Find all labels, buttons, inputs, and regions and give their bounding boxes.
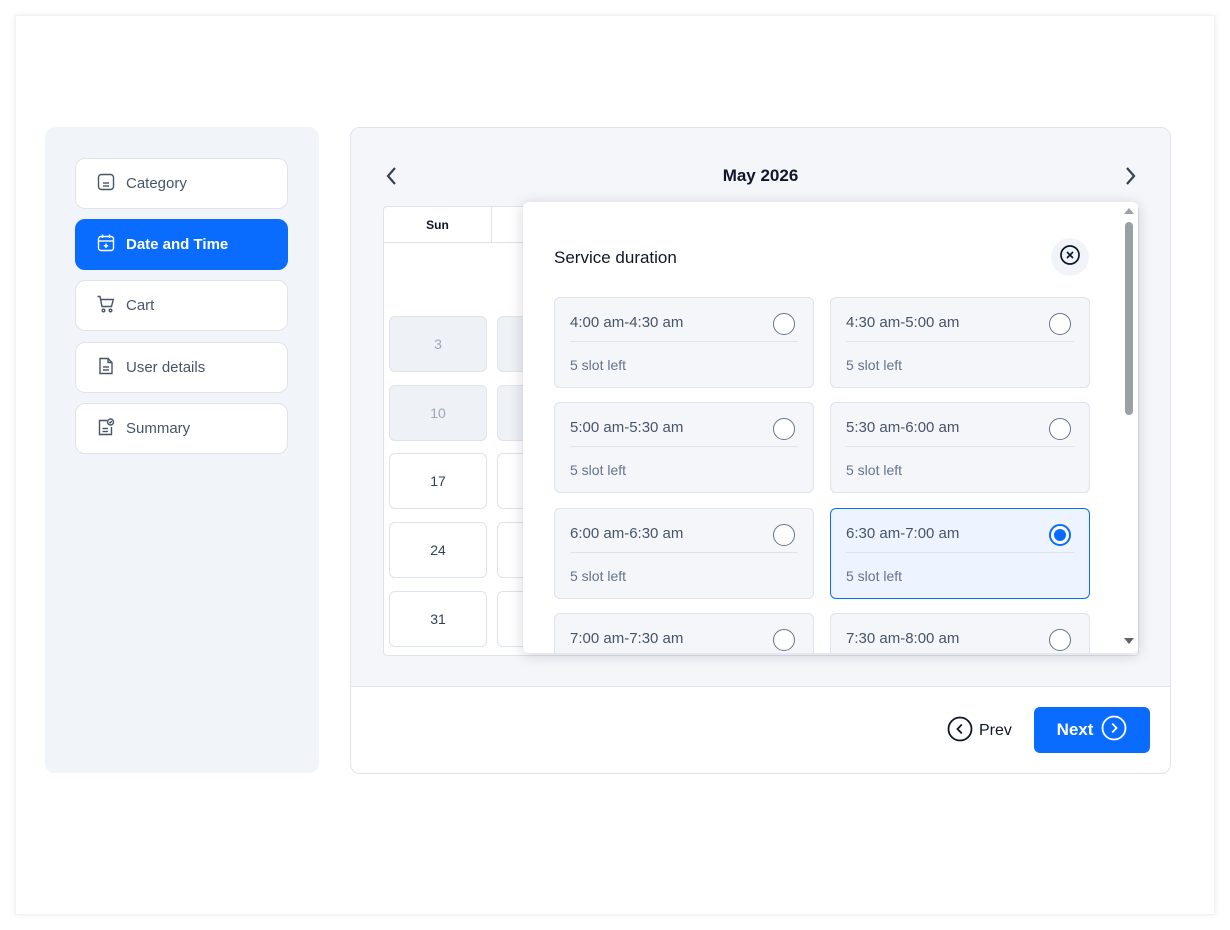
month-title: May 2026 <box>722 166 799 185</box>
step-cart[interactable]: Cart <box>75 280 288 331</box>
time-slot[interactable]: 4:30 am-5:00 am 5 slot left <box>830 297 1090 388</box>
time-slot[interactable]: 5:00 am-5:30 am 5 slot left <box>554 402 814 493</box>
chevron-right-circle-icon <box>1101 715 1127 746</box>
calendar-day: 10 <box>389 385 487 441</box>
calendar-day[interactable]: 17 <box>389 453 487 509</box>
step-summary[interactable]: Summary <box>75 403 288 454</box>
calendar-day: 3 <box>389 316 487 372</box>
slot-divider <box>846 341 1074 342</box>
next-button[interactable]: Next <box>1034 707 1150 753</box>
steps-sidebar: Category Date and Time Cart User details… <box>45 127 319 773</box>
service-duration-popup: Service duration 4:00 am-4:30 am 5 slot … <box>523 202 1138 653</box>
slot-availability: 5 slot left <box>570 357 627 373</box>
slot-radio[interactable] <box>773 313 795 335</box>
slot-radio[interactable] <box>1049 418 1071 440</box>
weekday-sun: Sun <box>384 207 492 243</box>
prev-label: Prev <box>979 722 1012 739</box>
step-label: Cart <box>126 297 155 314</box>
cart-icon <box>96 294 116 318</box>
step-label: Summary <box>126 420 191 437</box>
chevron-right-icon <box>1124 165 1138 192</box>
slot-radio-checked[interactable] <box>1049 524 1071 546</box>
slot-availability: 5 slot left <box>846 568 903 584</box>
slot-availability: 5 slot left <box>846 462 903 478</box>
slot-divider <box>846 552 1074 553</box>
time-slot-selected[interactable]: 6:30 am-7:00 am 5 slot left <box>830 508 1090 599</box>
slot-time: 4:30 am-5:00 am <box>846 314 960 331</box>
slot-availability: 5 slot left <box>570 462 627 478</box>
slot-time: 6:00 am-6:30 am <box>570 525 684 542</box>
slot-divider <box>570 341 798 342</box>
step-date-and-time[interactable]: Date and Time <box>75 219 288 270</box>
slot-time: 7:30 am-8:00 am <box>846 630 960 647</box>
document-icon <box>96 356 116 380</box>
calendar-day[interactable]: 31 <box>389 591 487 647</box>
slot-radio[interactable] <box>773 418 795 440</box>
chevron-left-circle-icon <box>947 716 973 747</box>
slot-availability: 5 slot left <box>570 568 627 584</box>
time-slot[interactable]: 6:00 am-6:30 am 5 slot left <box>554 508 814 599</box>
time-slot[interactable]: 7:00 am-7:30 am <box>554 613 814 653</box>
calendar-day[interactable]: 24 <box>389 522 487 578</box>
step-label: Date and Time <box>126 236 229 253</box>
close-circle-icon <box>1059 244 1081 271</box>
step-user-details[interactable]: User details <box>75 342 288 393</box>
time-slot[interactable]: 4:00 am-4:30 am 5 slot left <box>554 297 814 388</box>
slot-time: 4:00 am-4:30 am <box>570 314 684 331</box>
slot-radio[interactable] <box>1049 313 1071 335</box>
slot-radio[interactable] <box>773 524 795 546</box>
next-label: Next <box>1056 720 1094 739</box>
slot-radio[interactable] <box>1049 629 1071 651</box>
scroll-up-arrow-icon[interactable] <box>1124 208 1134 214</box>
slot-divider <box>846 446 1074 447</box>
slot-time: 7:00 am-7:30 am <box>570 630 684 647</box>
slot-availability: 5 slot left <box>846 357 903 373</box>
category-icon <box>96 172 116 196</box>
step-label: User details <box>126 359 206 376</box>
step-category[interactable]: Category <box>75 158 288 209</box>
next-month-button[interactable] <box>1119 164 1143 192</box>
time-slot[interactable]: 5:30 am-6:00 am 5 slot left <box>830 402 1090 493</box>
slot-time: 5:00 am-5:30 am <box>570 419 684 436</box>
summary-icon <box>96 417 116 441</box>
scrollbar-thumb[interactable] <box>1125 222 1133 415</box>
prev-button[interactable]: Prev <box>947 716 1012 746</box>
slot-time: 6:30 am-7:00 am <box>846 525 960 542</box>
scroll-down-arrow-icon[interactable] <box>1124 638 1134 644</box>
slot-radio[interactable] <box>773 629 795 651</box>
slot-divider <box>570 552 798 553</box>
time-slot[interactable]: 7:30 am-8:00 am <box>830 613 1090 653</box>
step-label: Category <box>126 175 187 192</box>
slot-time: 5:30 am-6:00 am <box>846 419 960 436</box>
calendar-icon <box>96 233 116 257</box>
close-button[interactable] <box>1051 238 1089 276</box>
slot-divider <box>570 446 798 447</box>
popup-title: Service duration <box>554 248 677 267</box>
